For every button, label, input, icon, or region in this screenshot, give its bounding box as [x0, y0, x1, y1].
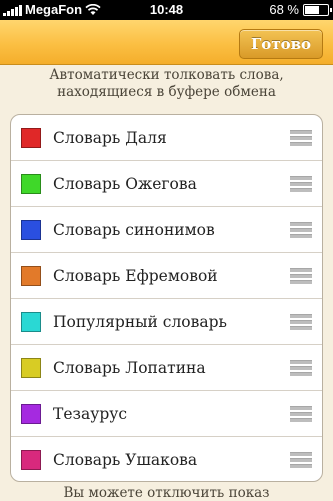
dictionary-label: Тезаурус: [53, 405, 128, 423]
color-swatch: [21, 404, 41, 424]
dictionary-row[interactable]: Словарь Ушакова: [11, 437, 322, 481]
dictionary-row[interactable]: Словарь синонимов: [11, 207, 322, 253]
dictionary-label: Словарь синонимов: [53, 221, 215, 239]
battery-percent: 68 %: [269, 2, 299, 17]
battery-icon: [303, 3, 332, 16]
reorder-handle-icon[interactable]: [290, 130, 312, 146]
reorder-handle-icon[interactable]: [290, 222, 312, 238]
status-bar: MegaFon 10:48 68 %: [0, 0, 333, 20]
reorder-handle-icon[interactable]: [290, 452, 312, 468]
dictionary-label: Словарь Ушакова: [53, 451, 198, 469]
reorder-handle-icon[interactable]: [290, 360, 312, 376]
dictionary-row[interactable]: Тезаурус: [11, 391, 322, 437]
color-swatch: [21, 312, 41, 332]
color-swatch: [21, 450, 41, 470]
dictionary-label: Словарь Ефремовой: [53, 267, 218, 285]
reorder-handle-icon[interactable]: [290, 314, 312, 330]
dictionary-row[interactable]: Словарь Даля: [11, 115, 322, 161]
dictionary-row[interactable]: Словарь Лопатина: [11, 345, 322, 391]
done-button[interactable]: Готово: [239, 29, 323, 59]
color-swatch: [21, 266, 41, 286]
section-header: Автоматически толковать слова, находящие…: [0, 67, 333, 101]
reorder-handle-icon[interactable]: [290, 406, 312, 422]
header-line-2: находящиеся в буфере обмена: [57, 84, 276, 100]
dictionary-label: Словарь Лопатина: [53, 359, 206, 377]
dictionary-label: Словарь Даля: [53, 129, 167, 147]
dictionary-label: Словарь Ожегова: [53, 175, 197, 193]
dictionary-row[interactable]: Словарь Ефремовой: [11, 253, 322, 299]
navigation-bar: Готово: [0, 20, 333, 65]
color-swatch: [21, 358, 41, 378]
color-swatch: [21, 128, 41, 148]
color-swatch: [21, 220, 41, 240]
color-swatch: [21, 174, 41, 194]
status-right: 68 %: [269, 2, 332, 17]
dictionary-row[interactable]: Популярный словарь: [11, 299, 322, 345]
reorder-handle-icon[interactable]: [290, 176, 312, 192]
footer-note: Вы можете отключить показ: [63, 485, 270, 501]
dictionary-list: Словарь Даля Словарь Ожегова Словарь синон…: [10, 114, 323, 482]
dictionary-row[interactable]: Словарь Ожегова: [11, 161, 322, 207]
header-line-1: Автоматически толковать слова,: [49, 67, 284, 83]
reorder-handle-icon[interactable]: [290, 268, 312, 284]
dictionary-label: Популярный словарь: [53, 313, 227, 331]
